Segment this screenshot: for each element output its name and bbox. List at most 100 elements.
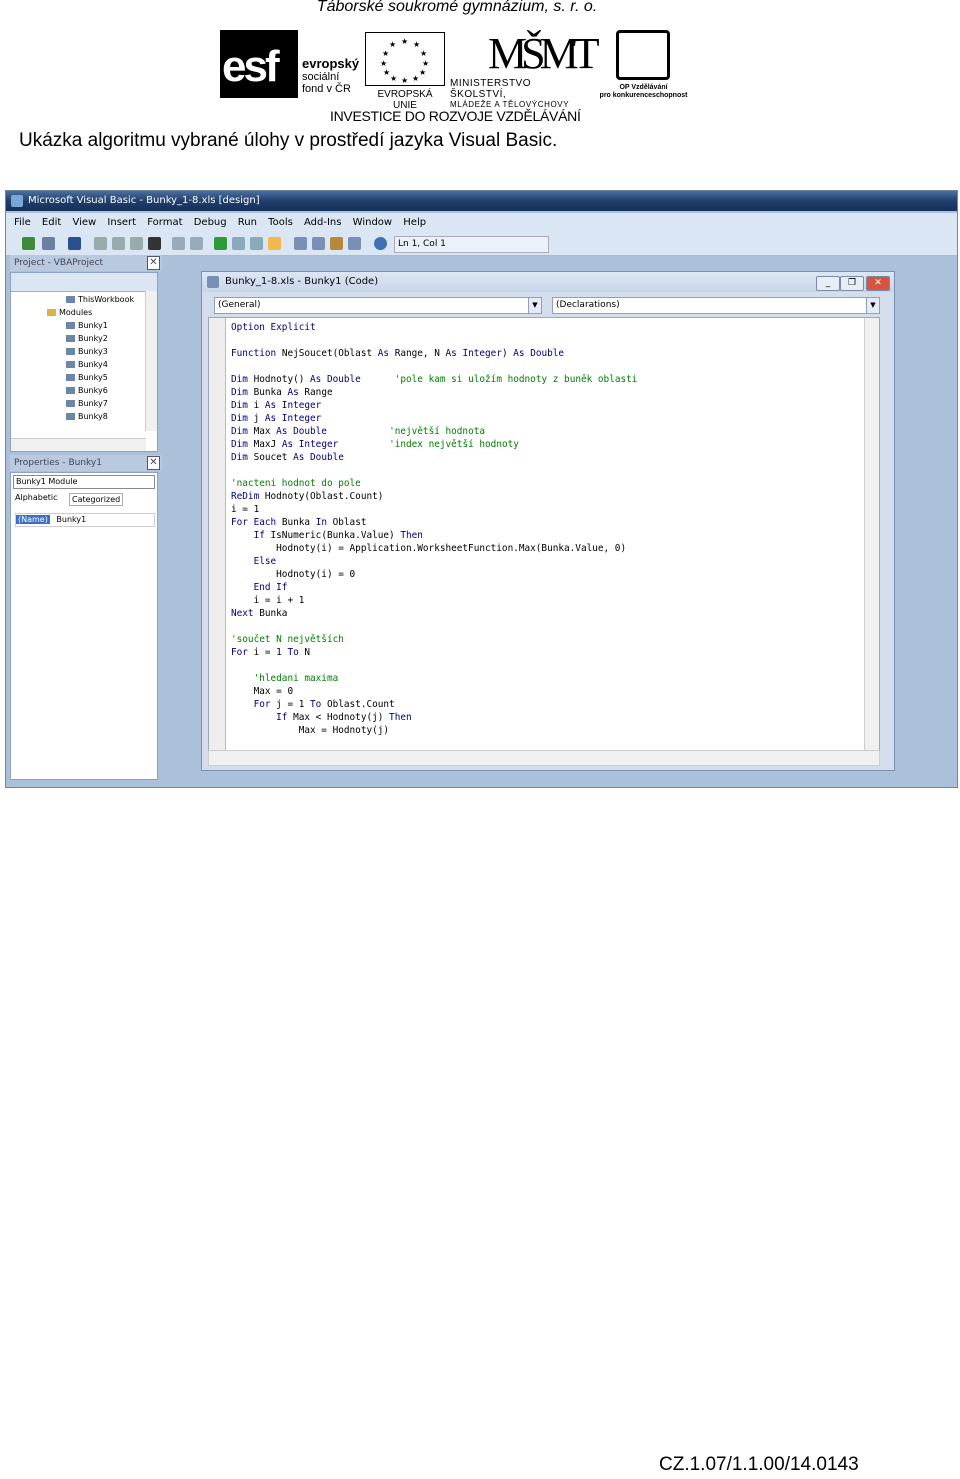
copy-icon[interactable]	[112, 237, 125, 250]
cut-icon[interactable]	[94, 237, 107, 250]
tab-alphabetic[interactable]: Alphabetic	[15, 493, 58, 502]
code-line[interactable]: If IsNumeric(Bunka.Value) Then	[231, 529, 637, 542]
code-line[interactable]: Dim Bunka As Range	[231, 386, 637, 399]
tree-bunky7[interactable]: Bunky7	[78, 399, 108, 408]
code-line[interactable]: Function NejSoucet(Oblast As Range, N As…	[231, 347, 637, 360]
menu-addins[interactable]: Add-Ins	[304, 213, 341, 233]
code-line[interactable]: Hodnoty(i) = Application.WorksheetFuncti…	[231, 542, 637, 555]
code-line[interactable]	[231, 464, 637, 477]
code-line[interactable]: End If	[231, 581, 637, 594]
code-hscroll[interactable]	[208, 750, 880, 766]
undo-icon[interactable]	[172, 237, 185, 250]
tab-categorized[interactable]: Categorized	[69, 493, 124, 506]
code-line[interactable]: i = i + 1	[231, 594, 637, 607]
chevron-down-icon[interactable]: ▼	[528, 298, 541, 313]
code-line[interactable]: Dim i As Integer	[231, 399, 637, 412]
code-token: Max = 0	[231, 686, 294, 697]
help-icon[interactable]	[374, 237, 387, 250]
project-explorer[interactable]: ThisWorkbook Modules Bunky1 Bunky2 Bunky…	[10, 272, 158, 452]
object-combo[interactable]: Bunky1 Module	[13, 475, 155, 489]
run-icon[interactable]	[214, 237, 227, 250]
project-explorer-icon[interactable]	[294, 237, 307, 250]
code-line[interactable]: For i = 1 To N	[231, 646, 637, 659]
code-line[interactable]: For j = 1 To Oblast.Count	[231, 698, 637, 711]
code-line[interactable]: If Max < Hodnoty(j) Then	[231, 711, 637, 724]
code-line[interactable]: For Each Bunka In Oblast	[231, 516, 637, 529]
code-line[interactable]: Next Bunka	[231, 607, 637, 620]
menu-file[interactable]: File	[14, 213, 31, 233]
menu-window[interactable]: Window	[353, 213, 392, 233]
tree-bunky1[interactable]: Bunky1	[78, 321, 108, 330]
tree-bunky6[interactable]: Bunky6	[78, 386, 108, 395]
properties-icon[interactable]	[312, 237, 325, 250]
break-icon[interactable]	[232, 237, 245, 250]
menu-debug[interactable]: Debug	[194, 213, 227, 233]
save-icon[interactable]	[68, 237, 81, 250]
reset-icon[interactable]	[250, 237, 263, 250]
code-line[interactable]: Option Explicit	[231, 321, 637, 334]
object-dropdown[interactable]: (General) ▼	[214, 297, 542, 314]
tree-bunky4[interactable]: Bunky4	[78, 360, 108, 369]
object-browser-icon[interactable]	[330, 237, 343, 250]
excel-icon[interactable]	[22, 237, 35, 250]
find-icon[interactable]	[148, 237, 161, 250]
code-text[interactable]: Option Explicit Function NejSoucet(Oblast…	[231, 321, 637, 737]
invest-caption: INVESTICE DO ROZVOJE VZDĚLÁVÁNÍ	[330, 108, 581, 124]
menu-insert[interactable]: Insert	[107, 213, 136, 233]
code-line[interactable]: 'nacteni hodnot do pole	[231, 477, 637, 490]
code-line[interactable]: i = 1	[231, 503, 637, 516]
code-line[interactable]: Dim Hodnoty() As Double 'pole kam si ulo…	[231, 373, 637, 386]
redo-icon[interactable]	[190, 237, 203, 250]
procedure-dropdown[interactable]: (Declarations) ▼	[552, 297, 880, 314]
menu-view[interactable]: View	[72, 213, 96, 233]
code-line[interactable]: 'hledani maxima	[231, 672, 637, 685]
code-vscroll[interactable]	[864, 318, 879, 750]
toolbox-icon[interactable]	[348, 237, 361, 250]
code-token: Range	[304, 387, 333, 398]
close-icon[interactable]: ✕	[147, 456, 160, 470]
property-row-name[interactable]: (Name) Bunky1	[15, 513, 155, 527]
tree-thisworkbook[interactable]: ThisWorkbook	[78, 295, 134, 304]
code-editor[interactable]: Option Explicit Function NejSoucet(Oblast…	[208, 317, 880, 751]
code-line[interactable]	[231, 360, 637, 373]
paste-icon[interactable]	[130, 237, 143, 250]
menu-edit[interactable]: Edit	[42, 213, 61, 233]
code-line[interactable]	[231, 620, 637, 633]
code-line[interactable]: Max = Hodnoty(j)	[231, 724, 637, 737]
code-line[interactable]: Dim j As Integer	[231, 412, 637, 425]
project-hscroll[interactable]	[11, 438, 146, 451]
tree-modules[interactable]: Modules	[59, 308, 92, 317]
restore-button[interactable]: ❐	[840, 276, 864, 291]
code-token: As	[287, 387, 305, 398]
code-line[interactable]: Dim Soucet As Double	[231, 451, 637, 464]
code-line[interactable]: Dim Max As Double 'největší hodnota	[231, 425, 637, 438]
minimize-button[interactable]: _	[816, 276, 840, 291]
tree-bunky5[interactable]: Bunky5	[78, 373, 108, 382]
code-line[interactable]	[231, 659, 637, 672]
menu-run[interactable]: Run	[238, 213, 257, 233]
menu-tools[interactable]: Tools	[268, 213, 293, 233]
code-line[interactable]: Hodnoty(i) = 0	[231, 568, 637, 581]
margin-indicator-bar[interactable]	[209, 318, 226, 750]
code-line[interactable]: Dim MaxJ As Integer 'index největší hodn…	[231, 438, 637, 451]
tree-bunky3[interactable]: Bunky3	[78, 347, 108, 356]
code-line[interactable]: 'součet N největších	[231, 633, 637, 646]
project-vscroll[interactable]	[145, 291, 157, 431]
school-name: Táborské soukromé gymnázium, s. r. o.	[316, 0, 598, 15]
code-token: Dim	[231, 400, 254, 411]
tree-bunky2[interactable]: Bunky2	[78, 334, 108, 343]
menu-help[interactable]: Help	[403, 213, 426, 233]
code-line[interactable]: Else	[231, 555, 637, 568]
close-icon[interactable]: ✕	[147, 256, 160, 270]
code-token: For Each	[231, 517, 282, 528]
code-line[interactable]	[231, 334, 637, 347]
code-token: Hodnoty(i) = 0	[231, 569, 356, 580]
menu-format[interactable]: Format	[147, 213, 182, 233]
insert-module-icon[interactable]	[42, 237, 55, 250]
code-line[interactable]: Max = 0	[231, 685, 637, 698]
design-mode-icon[interactable]	[268, 237, 281, 250]
tree-bunky8[interactable]: Bunky8	[78, 412, 108, 421]
close-button[interactable]: ✕	[866, 276, 890, 291]
chevron-down-icon[interactable]: ▼	[866, 298, 879, 313]
code-line[interactable]: ReDim Hodnoty(Oblast.Count)	[231, 490, 637, 503]
